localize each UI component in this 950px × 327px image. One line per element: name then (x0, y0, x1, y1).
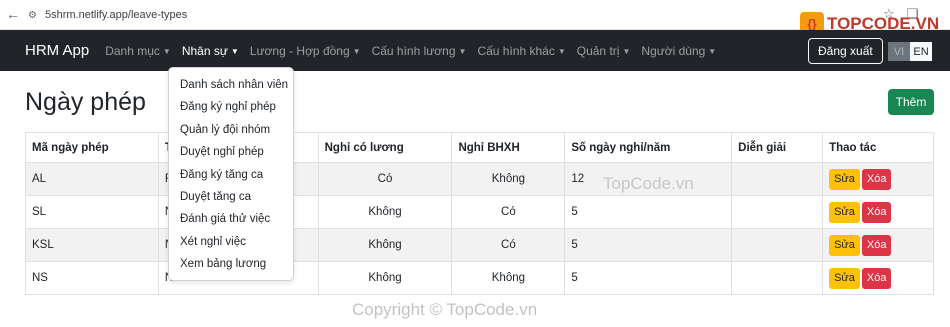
address-bar[interactable]: ⚙ 5shrm.netlify.app/leave-types (28, 4, 608, 26)
cell-desc (731, 162, 824, 196)
nav-label: Quản trị (576, 43, 620, 58)
cell-desc (731, 195, 824, 229)
cell-bhxh: Có (451, 228, 566, 262)
cell-paid: Không (317, 228, 453, 262)
cell-desc (731, 261, 824, 295)
menu-item-quan-ly-doi-nhom[interactable]: Quản lý đội nhóm (169, 119, 293, 141)
language-switch: VI EN (888, 42, 932, 61)
menu-item-danh-gia-thu-viec[interactable]: Đánh giá thử việc (169, 208, 293, 230)
nav-label: Cấu hình lương (371, 43, 456, 58)
cell-bhxh: Có (451, 195, 566, 229)
delete-button[interactable]: Xóa (861, 267, 892, 289)
caret-down-icon: ▼ (557, 46, 566, 56)
back-arrow-icon[interactable]: ← (6, 6, 20, 22)
watermark-bottom: Copyright © TopCode.vn (352, 300, 538, 319)
col-header-days: Số ngày nghỉ/năm (564, 132, 733, 163)
cell-desc (731, 228, 824, 262)
cell-actions: Sửa Xóa (822, 162, 934, 196)
cell-code: NS (25, 261, 159, 295)
nav-label: Nhân sự (181, 43, 228, 58)
nav-nguoi-dung[interactable]: Người dùng ▼ (641, 44, 716, 58)
cell-days: 5 (564, 195, 733, 229)
nav-danh-muc[interactable]: Danh mục ▼ (105, 44, 171, 58)
edit-button[interactable]: Sửa (829, 234, 860, 256)
cell-bhxh: Không (451, 162, 566, 196)
menu-item-danh-sach-nhan-vien[interactable]: Danh sách nhân viên (169, 74, 293, 96)
lang-en-button[interactable]: EN (910, 42, 932, 61)
nav-nhan-su[interactable]: Nhân sự ▼ (182, 44, 239, 58)
nav-cau-hinh-luong[interactable]: Cấu hình lương ▼ (372, 44, 467, 58)
nav-label: Lương - Hợp đồng (249, 43, 350, 58)
table-row: SL N Không Có 5 SửaXóa (25, 195, 934, 229)
col-header-paid: Nghỉ có lương (317, 132, 453, 163)
cell-actions: Sửa Xóa (822, 228, 934, 262)
edit-button[interactable]: Sửa (829, 201, 860, 223)
col-header-bhxh: Nghỉ BHXH (451, 132, 566, 163)
nav-quan-tri[interactable]: Quản trị ▼ (577, 44, 631, 58)
menu-item-dang-ky-nghi-phep[interactable]: Đăng ký nghỉ phép (169, 96, 293, 118)
add-button[interactable]: Thêm (888, 89, 934, 115)
delete-button[interactable]: Xóa (861, 168, 892, 190)
col-header-desc: Diễn giải (731, 132, 824, 163)
cell-code: AL (25, 162, 159, 196)
main-navbar: HRM App Danh mục ▼ Nhân sự ▼ Lương - Hợp đ… (0, 30, 950, 71)
menu-item-duyet-nghi-phep[interactable]: Duyệt nghỉ phép (169, 141, 293, 163)
edit-button[interactable]: Sửa (829, 168, 860, 190)
col-header-code: Mã ngày phép (25, 132, 159, 163)
menu-item-dang-ky-tang-ca[interactable]: Đăng ký tăng ca (169, 164, 293, 186)
nav-luong-hop-dong[interactable]: Lương - Hợp đồng ▼ (250, 44, 361, 58)
col-header-actions: Thao tác (822, 132, 934, 163)
nav-label: Cấu hình khác (477, 43, 555, 58)
cell-actions: Sửa Xóa (822, 195, 934, 229)
caret-down-icon: ▼ (622, 46, 631, 56)
leave-types-table: Mã ngày phép T Nghỉ có lương Nghỉ BHXH S… (25, 132, 934, 295)
cell-paid: Không (317, 195, 453, 229)
delete-button[interactable]: Xóa (861, 234, 892, 256)
caret-down-icon: ▼ (352, 46, 361, 56)
table-row: NS N Không Không 5 SửaXóa (25, 261, 934, 295)
caret-down-icon: ▼ (708, 46, 717, 56)
cell-actions: Sửa Xóa (822, 261, 934, 295)
nav-label: Người dùng (641, 43, 706, 58)
caret-down-icon: ▼ (230, 46, 239, 56)
menu-item-xem-bang-luong[interactable]: Xem bảng lương (169, 253, 293, 275)
table-row: KSL N Không Có 5 SửaXóa (25, 228, 934, 262)
logout-button[interactable]: Đăng xuất (808, 38, 883, 64)
nhan-su-dropdown-menu: Danh sách nhân viên Đăng ký nghỉ phép Qu… (168, 67, 294, 281)
cell-bhxh: Không (451, 261, 566, 295)
cell-paid: Có (317, 162, 453, 196)
cell-days: 5 (564, 228, 733, 262)
cell-days: 5 (564, 261, 733, 295)
table-header-row: Mã ngày phép T Nghỉ có lương Nghỉ BHXH S… (25, 132, 934, 163)
delete-button[interactable]: Xóa (861, 201, 892, 223)
menu-item-xet-nghi-viec[interactable]: Xét nghỉ việc (169, 231, 293, 253)
site-info-icon[interactable]: ⚙ (28, 10, 37, 21)
url-text: 5shrm.netlify.app/leave-types (44, 9, 188, 21)
nav-cau-hinh-khac[interactable]: Cấu hình khác ▼ (477, 44, 565, 58)
table-row: AL F Có Không 12 SửaXóa (25, 162, 934, 196)
cell-code: KSL (25, 228, 159, 262)
caret-down-icon: ▼ (458, 46, 467, 56)
lang-vi-button[interactable]: VI (888, 42, 910, 61)
cell-paid: Không (317, 261, 453, 295)
edit-button[interactable]: Sửa (829, 267, 860, 289)
cell-code: SL (25, 195, 159, 229)
nav-label: Danh mục (105, 43, 160, 58)
brand[interactable]: HRM App (25, 42, 89, 59)
menu-item-duyet-tang-ca[interactable]: Duyệt tăng ca (169, 186, 293, 208)
caret-down-icon: ▼ (162, 46, 171, 56)
watermark-center: TopCode.vn (603, 174, 694, 193)
page-title: Ngày phép (25, 88, 146, 116)
